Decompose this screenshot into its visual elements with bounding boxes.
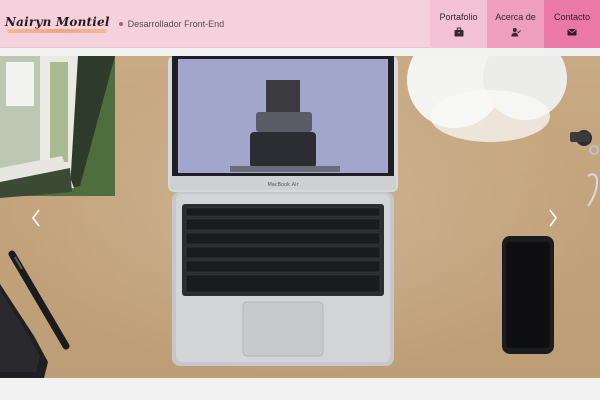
- smartphone: [502, 236, 554, 354]
- carousel-prev-button[interactable]: [25, 204, 47, 232]
- nav-item-portafolio[interactable]: Portafolio: [430, 0, 487, 48]
- brand-tagline: Desarrollador Front-End: [127, 18, 225, 29]
- nav-item-label: Acerca de: [495, 11, 536, 22]
- laptop: MacBook Air: [168, 56, 398, 366]
- chevron-left-icon: [32, 209, 40, 227]
- main-menu: Portafolio Acerca de Contacto: [430, 0, 600, 48]
- user-check-icon: [510, 27, 521, 36]
- brand-logo[interactable]: Nairyn Montiel: [3, 13, 113, 35]
- books-stack: [0, 56, 115, 198]
- nav-item-acerca-de[interactable]: Acerca de: [487, 0, 544, 48]
- nav-item-label: Contacto: [553, 11, 591, 22]
- slide-photo: MacBook Air: [0, 56, 599, 378]
- navbar: Nairyn Montiel Desarrollador Front-End P…: [0, 0, 600, 48]
- separator-dot: [118, 21, 123, 26]
- hero-carousel: MacBook Air: [0, 56, 600, 378]
- briefcase-icon: [454, 27, 463, 36]
- keys: [570, 130, 599, 207]
- desk-lamp: [407, 56, 567, 142]
- brand[interactable]: Nairyn Montiel Desarrollador Front-End: [0, 0, 224, 48]
- chevron-right-icon: [549, 209, 557, 227]
- carousel-next-button[interactable]: [542, 204, 564, 232]
- brand-name: Nairyn Montiel: [5, 14, 110, 29]
- laptop-brand-label: MacBook Air: [267, 182, 299, 188]
- envelope-icon: [567, 28, 577, 35]
- logo-underline: [7, 28, 107, 33]
- nav-item-label: Portafolio: [439, 11, 478, 22]
- nav-item-contacto[interactable]: Contacto: [544, 0, 600, 48]
